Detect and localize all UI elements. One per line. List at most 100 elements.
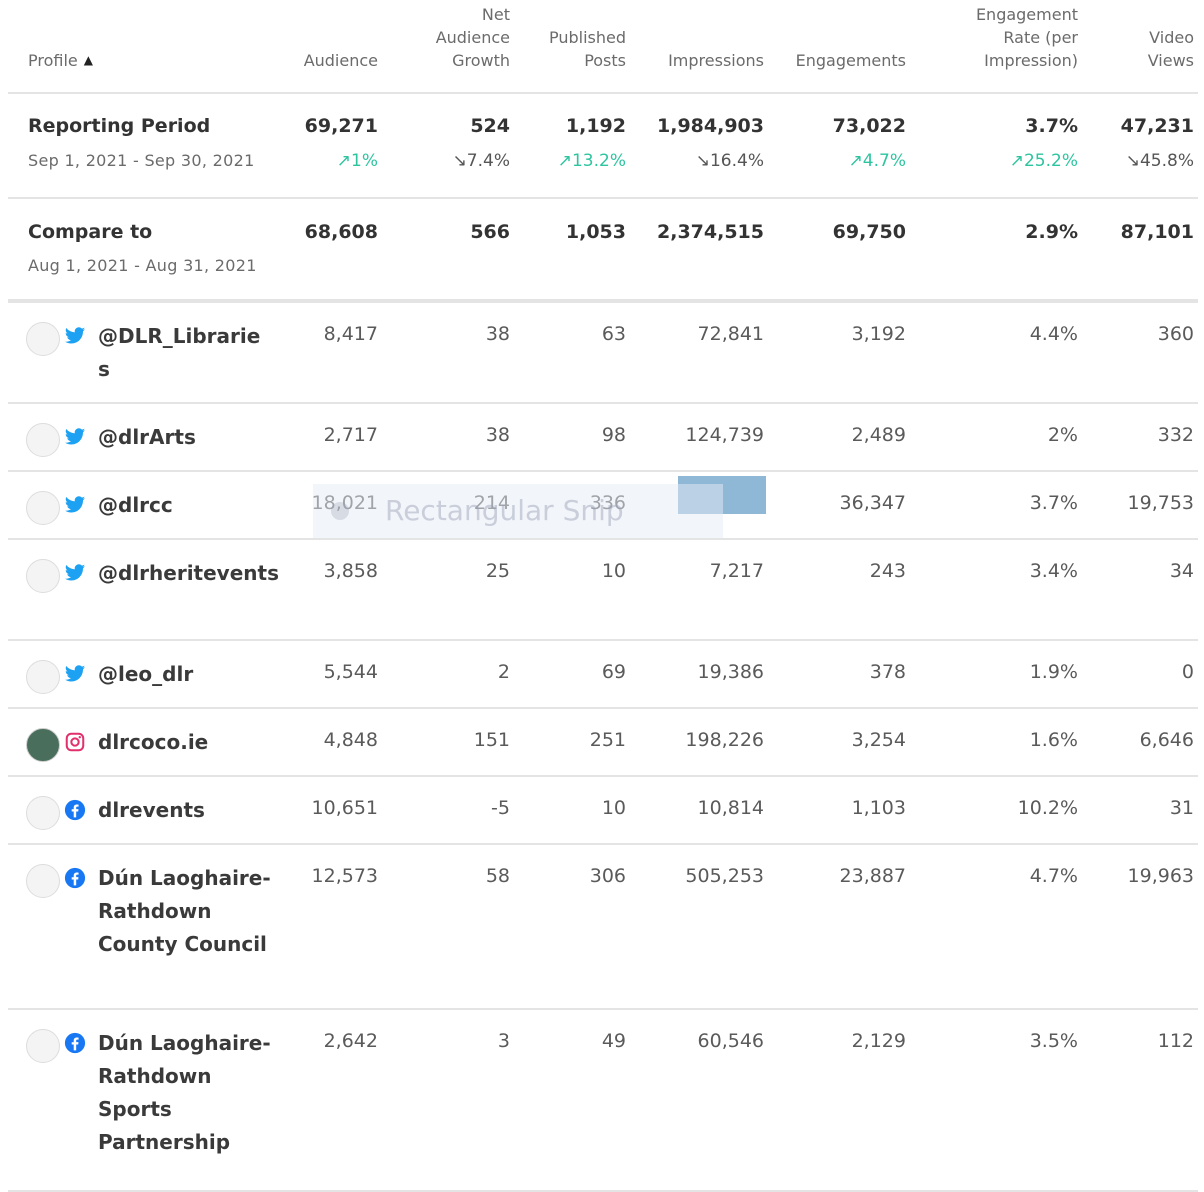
profile-audience: 4,848 — [323, 729, 378, 751]
profile-name-link[interactable]: dlrevents — [98, 794, 288, 827]
reporting-published-posts: 1,192 — [565, 115, 626, 137]
profile-engagements: 1,103 — [851, 797, 906, 819]
table-row[interactable]: @leo_dlr 5,544 2 69 19,386 378 1.9% 0 — [8, 641, 1198, 709]
profile-avatar — [26, 322, 60, 356]
compare-video-views: 87,101 — [1120, 221, 1194, 243]
profile-avatar — [26, 728, 60, 762]
profile-name-link[interactable]: @DLR_Libraries — [98, 320, 272, 386]
column-header-profile[interactable]: Profile ▲ — [28, 26, 93, 72]
table-row[interactable]: @DLR_Libraries 8,417 38 63 72,841 3,192 4.4% 36… — [8, 303, 1198, 404]
profile-name-link[interactable]: @dlrcc — [98, 489, 288, 522]
sort-ascending-icon[interactable]: ▲ — [84, 53, 93, 67]
profile-audience: 5,544 — [323, 661, 378, 683]
instagram-icon — [64, 731, 86, 753]
column-header-net-audience-growth[interactable]: Net Audience Growth — [436, 3, 510, 72]
profile-engagements: 2,129 — [851, 1030, 906, 1052]
profile-engagement-rate: 1.6% — [1029, 729, 1078, 751]
snip-icon — [331, 502, 349, 520]
twitter-icon — [64, 562, 86, 584]
column-header-published-posts[interactable]: Published Posts — [549, 26, 626, 72]
compare-audience: 68,608 — [304, 221, 378, 243]
profile-avatar — [26, 796, 60, 830]
reporting-period-title: Reporting Period — [28, 115, 211, 137]
profile-name-link[interactable]: @dlrArts — [98, 421, 288, 454]
profile-name-link[interactable]: @dlrheritevents — [98, 557, 280, 590]
profile-video-views: 6,646 — [1139, 729, 1194, 751]
profile-avatar — [26, 864, 60, 898]
twitter-icon — [64, 663, 86, 685]
table-row[interactable]: Dún Laoghaire-Rathdown County Council 12,… — [8, 845, 1198, 1010]
profile-net-growth: 2 — [497, 661, 510, 683]
profile-engagement-rate: 2% — [1047, 424, 1078, 446]
profile-engagement-rate: 3.4% — [1029, 560, 1078, 582]
table-row[interactable]: @dlrheritevents 3,858 25 10 7,217 243 3.4% 34 — [8, 540, 1198, 641]
profile-published-posts: 49 — [601, 1030, 626, 1052]
profile-name-link[interactable]: @leo_dlr — [98, 658, 288, 691]
profile-name-link[interactable]: Dún Laoghaire-Rathdown Sports Partnershi… — [98, 1027, 288, 1159]
table-row[interactable]: dlrcoco.ie 4,848 151 251 198,226 3,254 1.6% 6,6… — [8, 709, 1198, 777]
profile-engagement-rate: 4.7% — [1029, 865, 1078, 887]
profile-impressions: 19,386 — [697, 661, 764, 683]
column-header-video-views[interactable]: Video Views — [1148, 26, 1194, 72]
compare-published-posts: 1,053 — [565, 221, 626, 243]
reporting-net-growth-delta: ↘7.4% — [452, 151, 510, 171]
column-header-audience[interactable]: Audience — [304, 49, 378, 72]
profile-video-views: 332 — [1157, 424, 1194, 446]
rectangular-snip-overlay: Rectangular Snip — [313, 484, 723, 538]
compare-period-row: Compare to Aug 1, 2021 - Aug 31, 2021 68… — [8, 199, 1198, 303]
profile-published-posts: 251 — [589, 729, 626, 751]
profile-impressions: 124,739 — [685, 424, 764, 446]
table-row[interactable]: @dlrArts 2,717 38 98 124,739 2,489 2% 332 — [8, 404, 1198, 472]
profile-audience: 10,651 — [311, 797, 378, 819]
profile-engagements: 378 — [869, 661, 906, 683]
snip-label: Rectangular Snip — [385, 494, 624, 527]
reporting-period-row: Reporting Period Sep 1, 2021 - Sep 30, 2… — [8, 94, 1198, 199]
profile-impressions: 10,814 — [697, 797, 764, 819]
profile-impressions: 7,217 — [709, 560, 764, 582]
profile-video-views: 112 — [1157, 1030, 1194, 1052]
profile-name-link[interactable]: dlrcoco.ie — [98, 726, 288, 759]
compare-engagement-rate: 2.9% — [1025, 221, 1078, 243]
compare-period-range: Aug 1, 2021 - Aug 31, 2021 — [28, 256, 257, 275]
profile-video-views: 0 — [1181, 661, 1194, 683]
profile-video-views: 19,963 — [1127, 865, 1194, 887]
profile-impressions: 72,841 — [697, 323, 764, 345]
profile-avatar — [26, 1029, 60, 1063]
table-row[interactable]: Dún Laoghaire-Rathdown Sports Partnershi… — [8, 1010, 1198, 1192]
profile-name-link[interactable]: Dún Laoghaire-Rathdown County Council — [98, 862, 288, 961]
reporting-engagement-rate: 3.7% — [1025, 115, 1078, 137]
profile-avatar — [26, 559, 60, 593]
profile-net-growth: 58 — [485, 865, 510, 887]
profile-engagements: 36,347 — [839, 492, 906, 514]
profile-net-growth: 151 — [473, 729, 510, 751]
profile-published-posts: 98 — [601, 424, 626, 446]
column-header-engagements[interactable]: Engagements — [796, 49, 906, 72]
column-header-impressions[interactable]: Impressions — [668, 49, 764, 72]
profile-avatar — [26, 423, 60, 457]
profile-engagements: 3,254 — [851, 729, 906, 751]
column-header-engagement-rate[interactable]: Engagement Rate (per Impression) — [976, 3, 1078, 72]
profile-impressions: 60,546 — [697, 1030, 764, 1052]
profile-net-growth: 38 — [485, 323, 510, 345]
table-row[interactable]: dlrevents 10,651 -5 10 10,814 1,103 10.2% 31 — [8, 777, 1198, 845]
profile-published-posts: 306 — [589, 865, 626, 887]
profile-engagements: 23,887 — [839, 865, 906, 887]
profile-audience: 2,717 — [323, 424, 378, 446]
reporting-published-posts-delta: ↗13.2% — [557, 151, 626, 171]
profile-engagement-rate: 4.4% — [1029, 323, 1078, 345]
reporting-video-views-delta: ↘45.8% — [1125, 151, 1194, 171]
profile-published-posts: 10 — [601, 797, 626, 819]
twitter-icon — [64, 426, 86, 448]
profile-engagement-rate: 1.9% — [1029, 661, 1078, 683]
profile-video-views: 31 — [1169, 797, 1194, 819]
reporting-net-growth: 524 — [470, 115, 510, 137]
reporting-engagements-delta: ↗4.7% — [848, 151, 906, 171]
reporting-period-range: Sep 1, 2021 - Sep 30, 2021 — [28, 151, 255, 170]
twitter-icon — [64, 325, 86, 347]
compare-engagements: 69,750 — [832, 221, 906, 243]
profile-net-growth: -5 — [491, 797, 510, 819]
compare-period-title: Compare to — [28, 221, 153, 243]
profile-published-posts: 63 — [601, 323, 626, 345]
profile-video-views: 19,753 — [1127, 492, 1194, 514]
profile-engagements: 2,489 — [851, 424, 906, 446]
